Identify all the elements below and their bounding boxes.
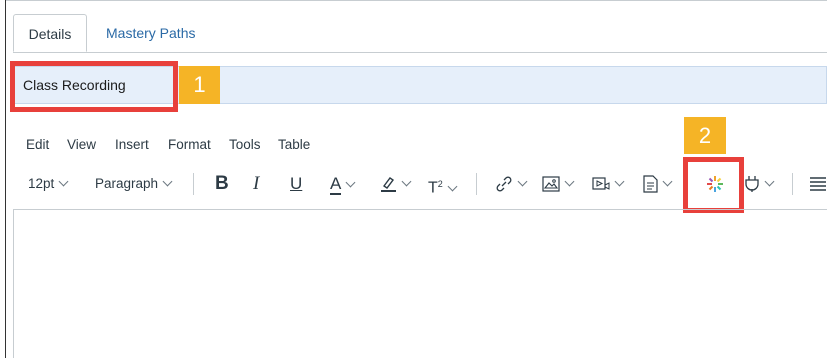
tab-details[interactable]: Details <box>13 14 87 52</box>
menu-format[interactable]: Format <box>168 137 211 152</box>
chevron-down-icon <box>517 176 528 187</box>
menu-table[interactable]: Table <box>278 137 310 152</box>
menu-edit[interactable]: Edit <box>26 137 49 152</box>
toolbar-separator <box>792 173 793 195</box>
block-format-select[interactable]: Paragraph <box>95 170 173 198</box>
font-size-select[interactable]: 12pt <box>28 170 69 198</box>
callout-badge-2: 2 <box>684 117 726 154</box>
chevron-down-icon <box>662 176 673 187</box>
media-icon <box>592 177 610 191</box>
align-button[interactable] <box>810 170 826 198</box>
superscript-mark: 2 <box>437 179 443 189</box>
chevron-down-icon <box>58 176 69 187</box>
font-size-value: 12pt <box>28 176 55 191</box>
document-icon <box>643 175 658 194</box>
tab-bar: Details Mastery Paths <box>13 14 827 53</box>
link-button[interactable] <box>495 170 528 198</box>
plugin-button[interactable] <box>744 170 775 198</box>
image-button[interactable] <box>542 170 575 198</box>
toolbar-separator <box>476 173 477 195</box>
highlighter-icon <box>381 177 396 193</box>
chevron-down-icon <box>447 181 458 191</box>
italic-button[interactable]: I <box>253 170 259 198</box>
image-icon <box>542 176 560 193</box>
chevron-down-icon <box>564 176 575 187</box>
media-button[interactable] <box>592 170 625 198</box>
toolbar-separator <box>193 173 194 195</box>
block-format-value: Paragraph <box>95 176 159 191</box>
ai-tool-highlight-box <box>683 157 744 213</box>
highlight-color-button[interactable] <box>380 170 412 198</box>
chevron-down-icon <box>345 177 356 188</box>
document-button[interactable] <box>643 170 673 198</box>
text-color-icon: A <box>330 174 342 195</box>
underline-button[interactable]: U <box>290 170 302 198</box>
chevron-down-icon <box>162 176 173 187</box>
superscript-button[interactable]: T2 <box>428 170 458 198</box>
chevron-down-icon <box>614 176 625 187</box>
text-color-button[interactable]: A <box>330 170 356 198</box>
callout-badge-1: 1 <box>179 66 220 104</box>
editor-content-area[interactable] <box>13 210 827 358</box>
menu-tools[interactable]: Tools <box>229 137 261 152</box>
superscript-icon: T <box>428 179 438 197</box>
menu-view[interactable]: View <box>67 137 96 152</box>
menu-insert[interactable]: Insert <box>115 137 149 152</box>
link-icon <box>496 176 512 192</box>
plugin-icon <box>745 176 759 193</box>
chevron-down-icon <box>764 176 775 187</box>
align-icon <box>810 177 826 192</box>
title-highlight-box <box>10 61 178 112</box>
tab-mastery-paths[interactable]: Mastery Paths <box>106 14 195 52</box>
bold-button[interactable]: B <box>215 170 229 198</box>
chevron-down-icon <box>401 176 412 187</box>
